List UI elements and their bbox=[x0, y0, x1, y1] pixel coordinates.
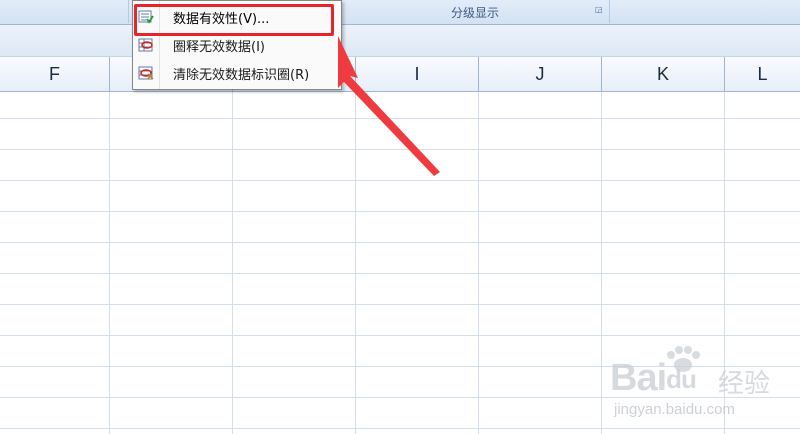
watermark-cn: 经验 bbox=[718, 369, 771, 399]
clear-validation-circles-icon bbox=[138, 65, 154, 81]
menu-item-label: 圈释无效数据(I) bbox=[173, 40, 265, 55]
circle-invalid-data-icon bbox=[138, 37, 154, 53]
ribbon-group-outline: 分级显示 ◲ bbox=[340, 0, 610, 23]
column-header-l[interactable]: L bbox=[725, 57, 800, 91]
ribbon-group-label: 分级显示 bbox=[450, 6, 499, 20]
pointer-arrow-icon bbox=[338, 36, 440, 176]
menu-item-label: 清除无效数据标识圈(R) bbox=[173, 68, 310, 83]
menu-item-clear-validation-circles[interactable]: 清除无效数据标识圈(R) bbox=[133, 59, 341, 87]
dialog-launcher-icon[interactable]: ◲ bbox=[595, 6, 603, 14]
ribbon-group bbox=[28, 0, 129, 23]
watermark-url: jingyan.baidu.com bbox=[614, 401, 735, 418]
column-header-f[interactable]: F bbox=[0, 57, 110, 91]
watermark-logo: Baidu bbox=[610, 357, 697, 400]
ribbon: 分级显示 ◲ bbox=[0, 0, 800, 25]
column-header-j[interactable]: J bbox=[479, 57, 602, 91]
watermark-logo-bai: Bai bbox=[610, 357, 667, 399]
baidu-watermark: Baidu 经验 jingyan.baidu.com bbox=[600, 345, 795, 425]
watermark-logo-du: du bbox=[666, 364, 697, 394]
highlight-box bbox=[134, 4, 334, 36]
column-header-k[interactable]: K bbox=[602, 57, 725, 91]
